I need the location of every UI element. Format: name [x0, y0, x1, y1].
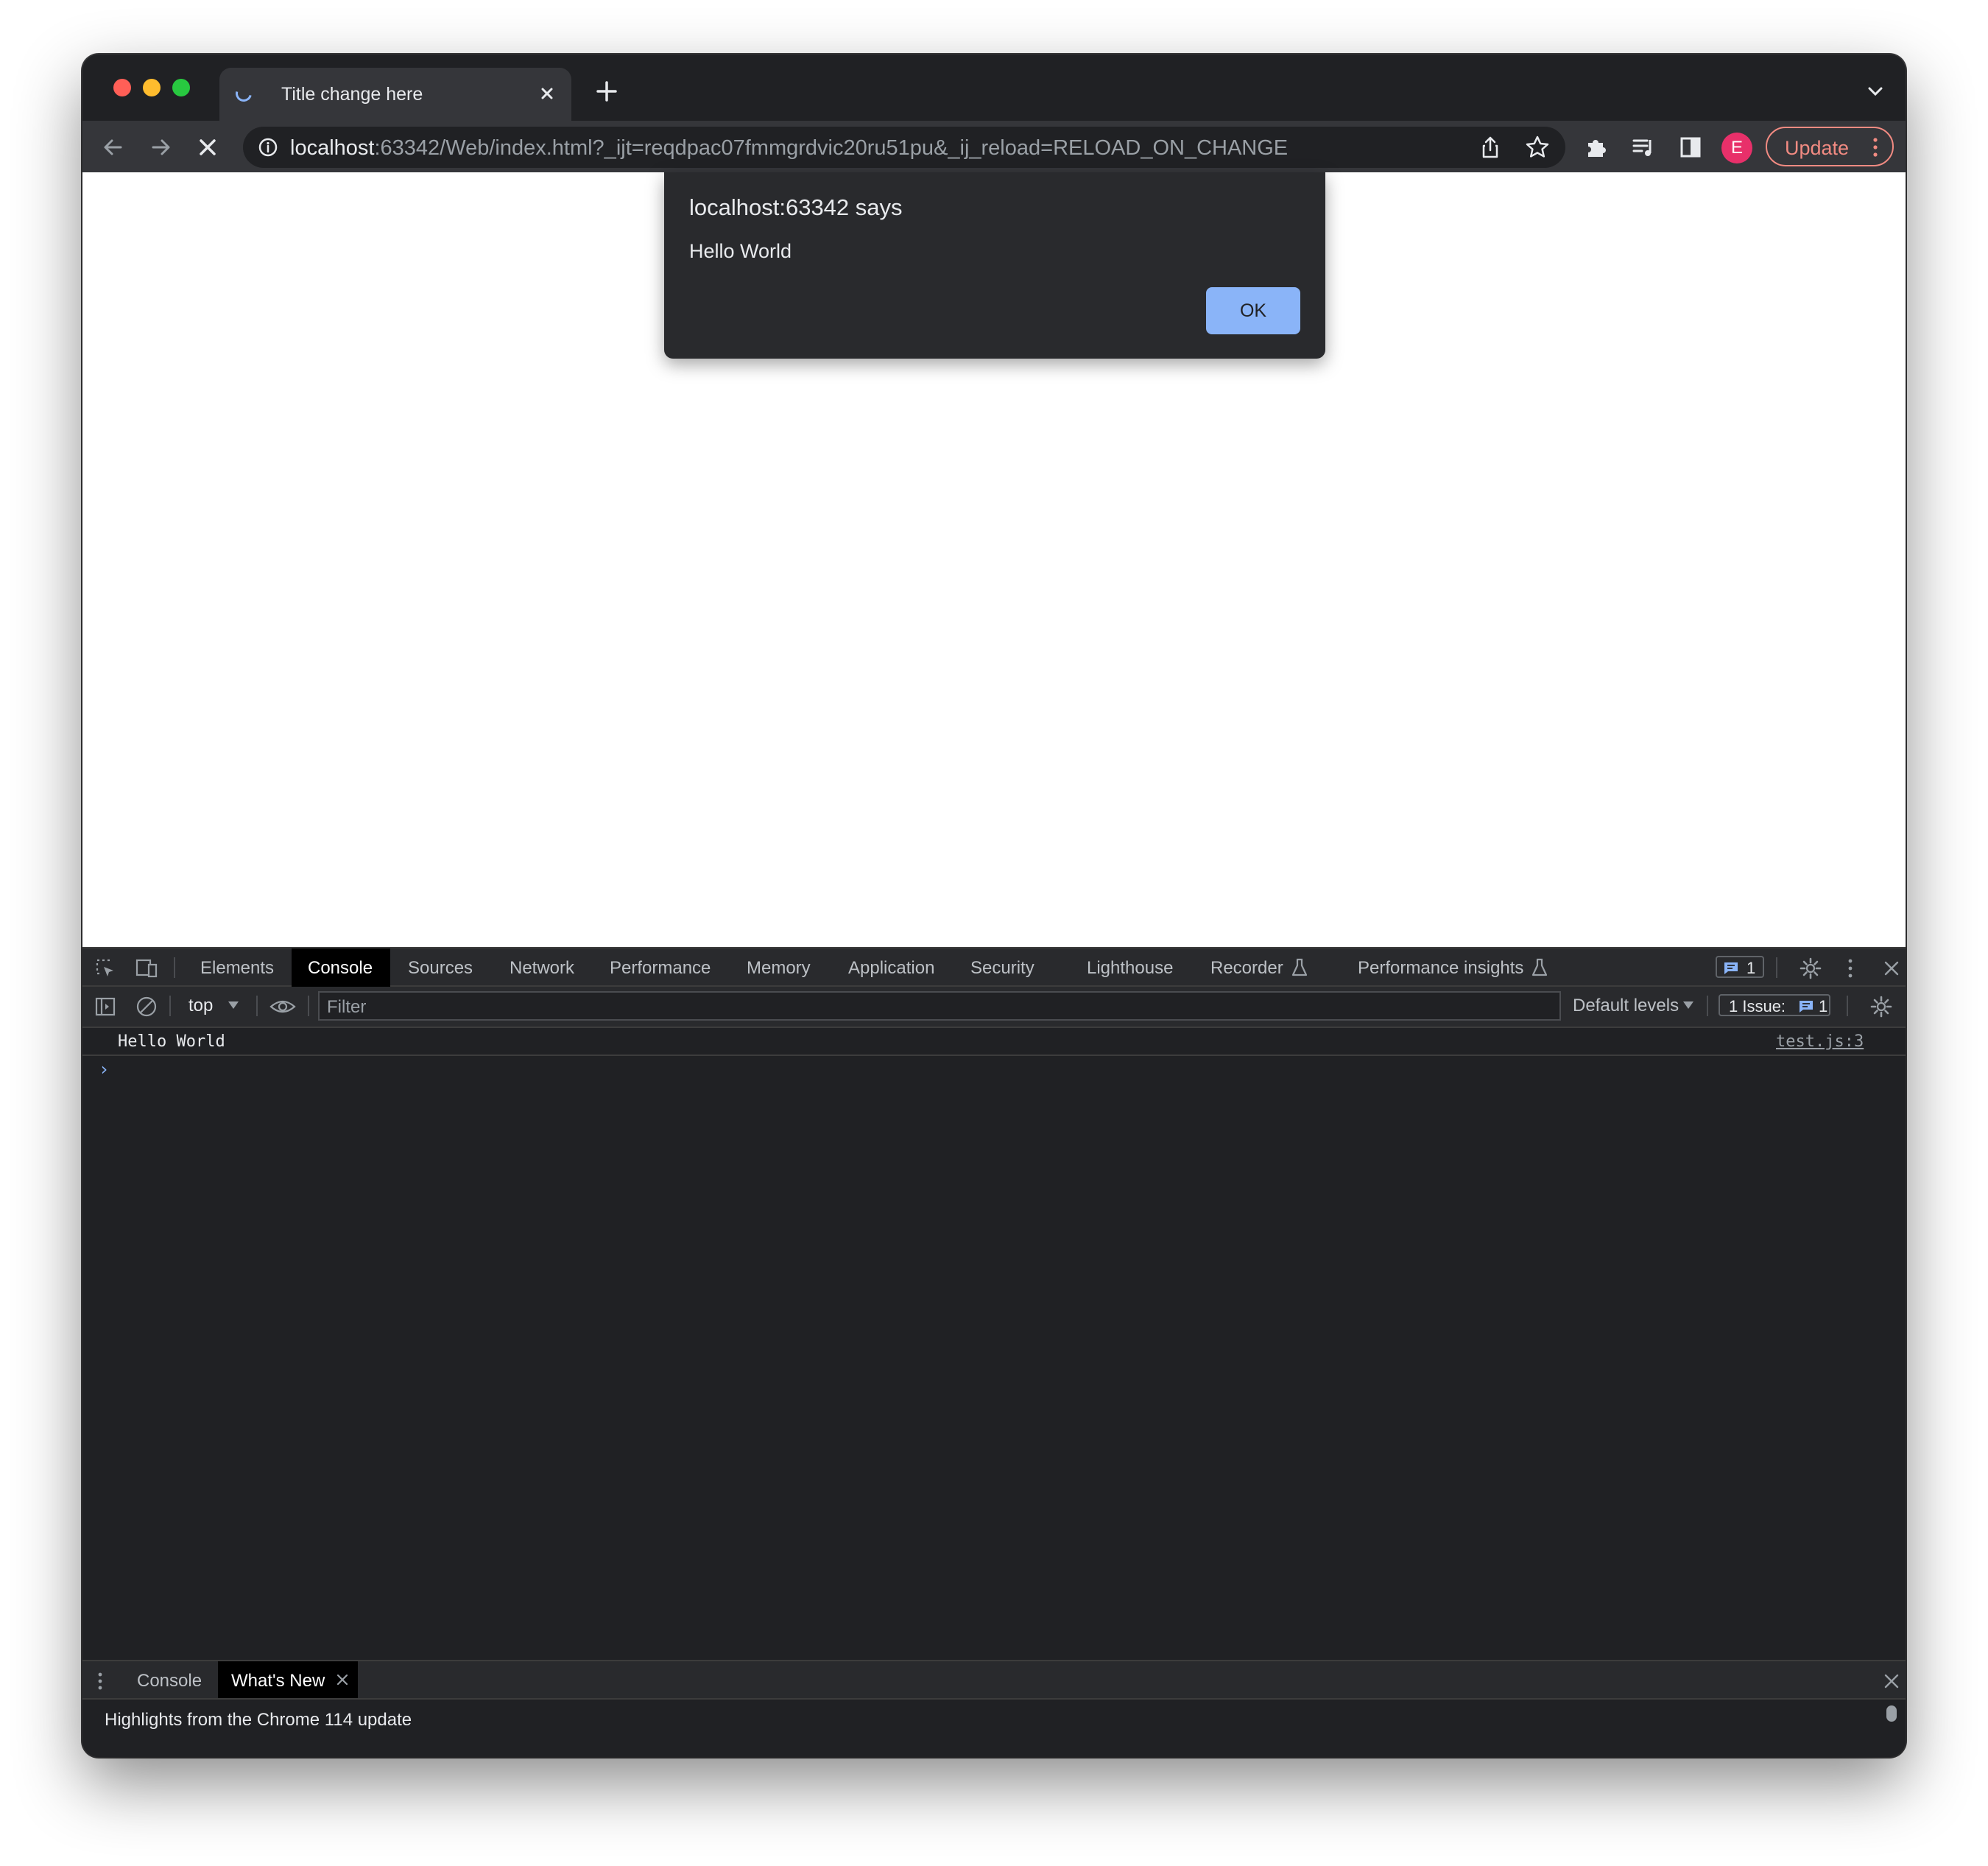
- update-button[interactable]: Update: [1766, 127, 1894, 166]
- tab-performance[interactable]: Performance: [610, 958, 711, 979]
- divider: [1707, 996, 1708, 1016]
- ok-button[interactable]: OK: [1206, 287, 1300, 334]
- divider: [256, 996, 258, 1016]
- close-devtools-icon[interactable]: [1879, 956, 1904, 981]
- info-icon[interactable]: [258, 137, 278, 158]
- filter-input[interactable]: Filter: [318, 991, 1561, 1021]
- chevron-down-icon[interactable]: [1864, 82, 1886, 100]
- issue-message-icon: [1800, 1001, 1813, 1013]
- drawer-scrollbar[interactable]: [1886, 1705, 1897, 1722]
- browser-window: Title change here localhost:63342/Web/in…: [82, 54, 1906, 1757]
- tab-lighthouse[interactable]: Lighthouse: [1087, 958, 1173, 979]
- title-bar: Title change here: [82, 54, 1906, 121]
- new-tab-icon[interactable]: [592, 77, 621, 106]
- sidebar-toggle-icon[interactable]: [93, 994, 118, 1019]
- issues-badge[interactable]: 1 Issue: 1: [1719, 994, 1830, 1016]
- tab-sources[interactable]: Sources: [408, 958, 473, 979]
- drawer-tab-whats-new[interactable]: What's New: [231, 1671, 325, 1691]
- window-close-button[interactable]: [113, 79, 131, 96]
- tab-elements[interactable]: Elements: [200, 958, 274, 979]
- window-minimize-button[interactable]: [143, 79, 161, 96]
- devtools-tab-bar: Elements Console Sources Network Perform…: [82, 947, 1906, 987]
- experiment-flask-icon: [1531, 958, 1548, 976]
- settings-gear-icon[interactable]: [1798, 956, 1823, 981]
- bookmark-star-icon[interactable]: [1523, 133, 1552, 162]
- divider: [169, 996, 171, 1016]
- close-drawer-icon[interactable]: [1879, 1669, 1904, 1694]
- clear-console-icon[interactable]: [134, 994, 159, 1019]
- log-levels-dropdown[interactable]: Default levels: [1573, 996, 1679, 1016]
- close-tab-icon[interactable]: [535, 81, 560, 106]
- console-toolbar: top Filter Default levels 1 Issue: 1: [82, 987, 1906, 1028]
- devtools-panel: Elements Console Sources Network Perform…: [82, 947, 1906, 1757]
- log-message: Hello World: [118, 1032, 225, 1051]
- more-vert-icon[interactable]: [1838, 956, 1863, 981]
- tab-memory[interactable]: Memory: [747, 958, 811, 979]
- media-queue-icon[interactable]: [1629, 133, 1658, 162]
- filter-placeholder: Filter: [327, 997, 367, 1017]
- share-icon[interactable]: [1476, 133, 1505, 162]
- tab-recorder[interactable]: Recorder: [1210, 958, 1283, 979]
- back-arrow-icon[interactable]: [99, 133, 128, 162]
- dropdown-arrow-icon: [228, 1001, 239, 1009]
- tab-network[interactable]: Network: [510, 958, 574, 979]
- profile-avatar[interactable]: E: [1721, 133, 1752, 163]
- url-text: localhost:63342/Web/index.html?_ijt=reqd…: [290, 136, 1289, 160]
- divider: [308, 996, 309, 1016]
- tab-console[interactable]: Console: [308, 958, 373, 979]
- divider: [1847, 996, 1848, 1016]
- alert-dialog: localhost:63342 says Hello World OK: [664, 172, 1325, 359]
- drawer-tab-console[interactable]: Console: [137, 1671, 202, 1691]
- tab-performance-insights[interactable]: Performance insights: [1358, 958, 1523, 979]
- dialog-title: localhost:63342 says: [689, 194, 903, 220]
- device-toolbar-icon[interactable]: [134, 956, 159, 981]
- dialog-message: Hello World: [689, 240, 792, 262]
- window-maximize-button[interactable]: [172, 79, 190, 96]
- live-expression-eye-icon[interactable]: [268, 994, 297, 1019]
- console-settings-gear-icon[interactable]: [1869, 994, 1894, 1019]
- tab-title: Title change here: [281, 84, 423, 105]
- whats-new-content: Highlights from the Chrome 114 update: [82, 1700, 1906, 1741]
- extensions-puzzle-icon[interactable]: [1582, 133, 1611, 162]
- console-prompt[interactable]: ›: [99, 1059, 109, 1080]
- update-button-label: Update: [1785, 137, 1850, 159]
- browser-toolbar: localhost:63342/Web/index.html?_ijt=reqd…: [82, 121, 1906, 172]
- divider: [1776, 957, 1777, 978]
- browser-tab[interactable]: Title change here: [219, 68, 571, 121]
- loading-spinner-icon: [232, 82, 255, 105]
- whats-new-highlight: Highlights from the Chrome 114 update: [105, 1710, 412, 1730]
- side-panel-icon[interactable]: [1676, 133, 1705, 162]
- tab-application[interactable]: Application: [848, 958, 934, 979]
- drawer-tab-bar: Console What's New: [82, 1660, 1906, 1700]
- stop-loading-icon[interactable]: [193, 133, 222, 162]
- log-source-link[interactable]: test.js:3: [1776, 1032, 1864, 1051]
- inspect-element-icon[interactable]: [93, 956, 118, 981]
- dropdown-arrow-icon: [1683, 1001, 1693, 1009]
- drawer-menu-icon[interactable]: [93, 1669, 107, 1694]
- console-log-entry: Hello World test.js:3: [82, 1028, 1906, 1056]
- address-bar[interactable]: localhost:63342/Web/index.html?_ijt=reqd…: [243, 127, 1565, 168]
- context-selector[interactable]: top: [188, 996, 213, 1016]
- divider: [174, 957, 175, 978]
- experiment-flask-icon: [1291, 958, 1308, 976]
- message-icon: [1724, 962, 1738, 974]
- more-vert-icon: [1873, 138, 1878, 157]
- tab-security[interactable]: Security: [970, 958, 1034, 979]
- close-drawer-tab-icon[interactable]: [333, 1670, 352, 1689]
- messages-badge[interactable]: 1: [1716, 956, 1764, 978]
- forward-arrow-icon[interactable]: [146, 133, 175, 162]
